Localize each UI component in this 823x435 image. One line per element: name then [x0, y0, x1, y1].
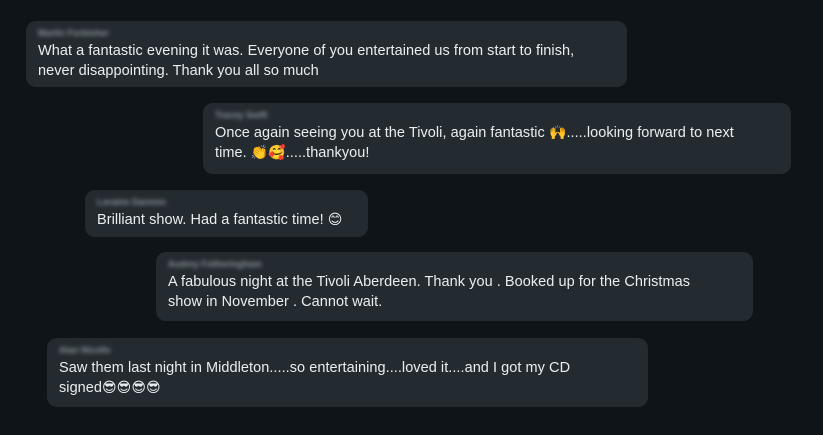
comment-bubble: Audrey Fotheringham A fabulous night at …: [156, 252, 753, 321]
comment-text-line: never disappointing. Thank you all so mu…: [38, 63, 319, 79]
comment-text-line: What a fantastic evening it was. Everyon…: [38, 43, 575, 59]
comment-text-line: show in November . Cannot wait.: [168, 294, 383, 310]
comment-text-line: Once again seeing you at the Tivoli, aga…: [215, 125, 549, 141]
comment-text-line: Brilliant show. Had a fantastic time!: [97, 212, 328, 228]
comment-bubble: Loraine Darmon Brilliant show. Had a fan…: [85, 190, 368, 237]
comment-bubble: Alan Nicolls Saw them last night in Midd…: [47, 338, 648, 407]
clapping-heart-face-emoji-icon: 👏🥰: [250, 145, 286, 161]
comment-text: What a fantastic evening it was. Everyon…: [38, 41, 615, 81]
sunglasses-face-emoji-icon: 😎😎😎😎: [102, 380, 161, 396]
comment-text-line: signed: [59, 380, 103, 396]
comment-text: A fabulous night at the Tivoli Aberdeen.…: [168, 272, 741, 312]
comment-author[interactable]: Audrey Fotheringham: [168, 258, 741, 270]
smiling-face-emoji-icon: 😊: [327, 212, 343, 228]
comment-bubble: Tracey Swift Once again seeing you at th…: [203, 103, 791, 174]
comment-text-line: .....looking forward to next: [566, 125, 734, 141]
comment-bubble: Martin Forbisher What a fantastic evenin…: [26, 21, 627, 87]
comment-author[interactable]: Loraine Darmon: [97, 196, 356, 208]
comment-author[interactable]: Tracey Swift: [215, 109, 779, 121]
comment-text: Once again seeing you at the Tivoli, aga…: [215, 123, 779, 163]
comment-text-line: .....thankyou!: [285, 145, 370, 161]
comment-text: Brilliant show. Had a fantastic time! 😊: [97, 210, 356, 230]
comment-author[interactable]: Alan Nicolls: [59, 344, 636, 356]
comment-text: Saw them last night in Middleton.....so …: [59, 358, 636, 398]
comment-text-line: Saw them last night in Middleton.....so …: [59, 360, 571, 376]
comment-text-line: A fabulous night at the Tivoli Aberdeen.…: [168, 274, 691, 290]
comment-author[interactable]: Martin Forbisher: [38, 27, 615, 39]
comment-text-line: time.: [215, 145, 251, 161]
raised-hands-emoji-icon: 🙌: [548, 125, 567, 141]
